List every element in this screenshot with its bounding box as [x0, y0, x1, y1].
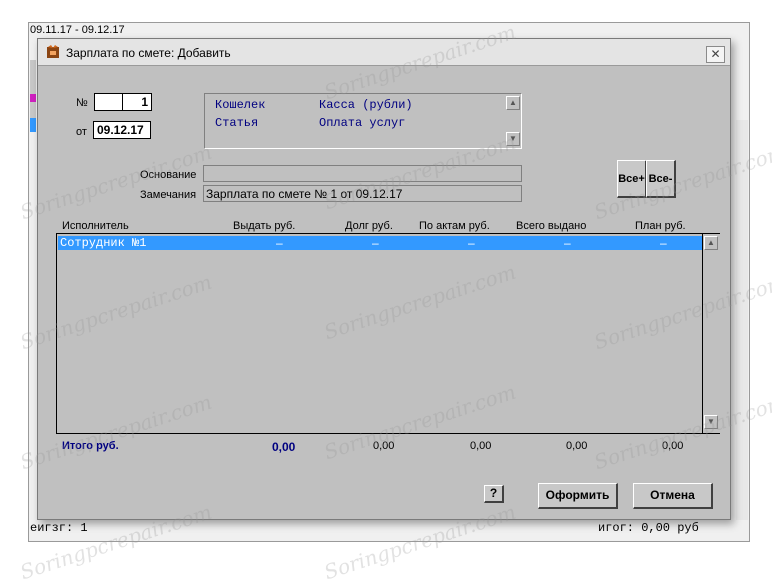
dialog-titlebar[interactable]: Зарплата по смете: Добавить ✕ [38, 39, 730, 66]
all-minus-button[interactable]: Все- [646, 160, 676, 198]
all-plus-button[interactable]: Все+ [617, 160, 647, 198]
number-value: 1 [141, 95, 148, 109]
scroll-down-icon[interactable]: ▼ [506, 132, 520, 146]
cancel-label: Отмена [650, 488, 695, 502]
cell-acts: – [468, 236, 475, 250]
background-status-right: игог: 0,00 руб [598, 521, 699, 535]
cancel-button[interactable]: Отмена [633, 483, 713, 509]
column-header-acts[interactable]: По актам руб. [419, 220, 490, 232]
submit-button[interactable]: Оформить [538, 483, 618, 509]
submit-label: Оформить [545, 488, 610, 502]
scroll-up-icon[interactable]: ▲ [506, 96, 520, 110]
help-icon: ? [489, 486, 498, 500]
remarks-field[interactable]: Зарплата по смете № 1 от 09.12.17 [203, 185, 522, 202]
cell-give: – [276, 236, 283, 250]
table-row[interactable]: Сотрудник №1 – – – – – [58, 236, 702, 250]
help-button[interactable]: ? [484, 485, 504, 503]
wallet-value[interactable]: Касса (рубли) [319, 98, 413, 112]
wallet-article-panel: Кошелек Касса (рубли) Статья Оплата услу… [204, 93, 522, 149]
close-icon: ✕ [710, 47, 721, 61]
background-strip-right [736, 120, 748, 520]
number-field[interactable]: 1 [94, 93, 152, 111]
close-button[interactable]: ✕ [706, 46, 725, 63]
cell-performer: Сотрудник №1 [60, 236, 147, 250]
background-selection [30, 118, 36, 132]
article-label: Статья [215, 116, 259, 130]
date-label: от [76, 126, 87, 138]
column-header-performer[interactable]: Исполнитель [62, 220, 129, 232]
totals-total-issued: 0,00 [566, 440, 588, 452]
totals-debt: 0,00 [373, 440, 395, 452]
wallet-label: Кошелек [215, 98, 266, 112]
date-field[interactable]: 09.12.17 [93, 121, 151, 139]
performers-table: Сотрудник №1 – – – – – ▲ ▼ [56, 233, 720, 434]
column-header-debt[interactable]: Долг руб. [345, 220, 393, 232]
totals-acts: 0,00 [470, 440, 492, 452]
background-strip-left [30, 60, 36, 120]
article-value[interactable]: Оплата услуг [319, 116, 405, 130]
table-scroll-down-icon[interactable]: ▼ [704, 415, 718, 429]
dialog-title: Зарплата по смете: Добавить [66, 46, 231, 60]
table-scroll-up-icon[interactable]: ▲ [704, 236, 718, 250]
basis-field[interactable] [203, 165, 522, 182]
app-icon [47, 45, 59, 58]
column-header-plan[interactable]: План руб. [635, 220, 686, 232]
remarks-label: Замечания [140, 189, 197, 201]
all-minus-label: Все- [648, 173, 673, 185]
totals-give: 0,00 [272, 440, 296, 454]
number-field-divider [122, 93, 123, 111]
totals-label: Итого руб. [62, 440, 119, 452]
background-status-left: еигзг: 1 [30, 521, 88, 535]
totals-plan: 0,00 [662, 440, 684, 452]
cell-plan: – [660, 236, 667, 250]
salary-dialog: Зарплата по смете: Добавить ✕ № 1 от 09.… [37, 38, 731, 520]
cell-debt: – [372, 236, 379, 250]
background-window-title: 09.11.17 - 09.12.17 [30, 24, 125, 36]
basis-label: Основание [140, 169, 197, 181]
background-marker [30, 94, 36, 102]
all-plus-label: Все+ [618, 173, 645, 185]
remarks-value: Зарплата по смете № 1 от 09.12.17 [206, 187, 403, 201]
number-label: № [76, 97, 88, 109]
column-header-total-issued[interactable]: Всего выдано [516, 220, 586, 232]
date-value: 09.12.17 [97, 123, 144, 137]
cell-total-issued: – [564, 236, 571, 250]
table-scrollbar[interactable]: ▲ ▼ [702, 234, 720, 433]
column-header-give[interactable]: Выдать руб. [233, 220, 295, 232]
